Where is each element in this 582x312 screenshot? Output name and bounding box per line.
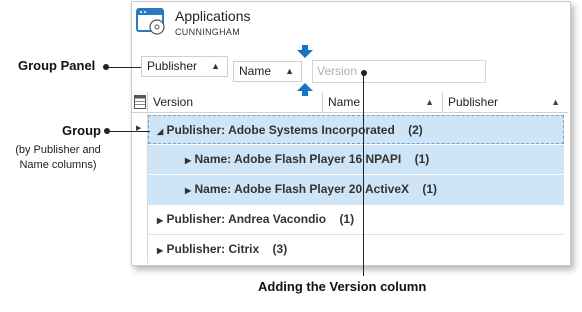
column-header-label: Publisher: [448, 95, 499, 109]
group-row-count: (1): [414, 152, 430, 166]
grid-header: Version Name ▲ Publisher ▲: [132, 92, 568, 113]
annotation-adding-version: Adding the Version column: [258, 279, 427, 294]
group-row-count: (1): [339, 212, 355, 226]
collapse-icon[interactable]: ◢: [157, 127, 163, 136]
expand-icon[interactable]: ▶: [157, 216, 163, 225]
column-header-name[interactable]: Name ▲: [323, 92, 443, 112]
group-row-count: (3): [272, 242, 288, 256]
annotation-line: [363, 76, 364, 276]
window-title: Applications: [175, 8, 251, 24]
annotation-dot: [103, 64, 109, 70]
sort-ascending-icon[interactable]: ▲: [211, 57, 220, 76]
group-row-label: Publisher: Andrea Vacondio: [166, 212, 327, 226]
group-row-label: Publisher: Citrix: [166, 242, 260, 256]
column-header-label: Version: [153, 95, 194, 109]
annotation-group: Group: [62, 123, 101, 138]
group-row-label: Name: Adobe Flash Player 20 ActiveX: [194, 182, 410, 196]
row-indicator-gutter: [132, 113, 148, 263]
group-row-name-flash16[interactable]: ▶ Name: Adobe Flash Player 16 NPAPI (1): [148, 145, 564, 174]
drop-indicator-down-icon: [297, 45, 313, 58]
expand-icon[interactable]: ▶: [185, 186, 191, 195]
group-row-name-flash20[interactable]: ▶ Name: Adobe Flash Player 20 ActiveX (1…: [148, 175, 564, 204]
group-row-label: Name: Adobe Flash Player 16 NPAPI: [194, 152, 402, 166]
sort-ascending-icon[interactable]: ▲: [551, 92, 560, 113]
annotation-line: [105, 67, 141, 68]
group-chip-publisher[interactable]: Publisher ▲: [141, 56, 228, 77]
applications-icon: [136, 8, 165, 35]
sort-ascending-icon[interactable]: ▲: [425, 92, 434, 113]
window-subtitle: CUNNINGHAM: [175, 27, 240, 37]
annotation-group-note: (by Publisher and Name columns): [2, 143, 114, 173]
annotation-group-note-line: (by Publisher and: [15, 144, 101, 156]
column-chooser-icon[interactable]: [132, 92, 148, 112]
group-row-label: Publisher: Adobe Systems Incorporated: [166, 123, 395, 137]
annotation-dot: [361, 70, 367, 76]
column-header-publisher[interactable]: Publisher ▲: [443, 92, 568, 112]
group-row-publisher-andrea[interactable]: ▶ Publisher: Andrea Vacondio (1): [148, 204, 564, 233]
annotation-line: [107, 131, 150, 132]
expand-icon[interactable]: ▶: [185, 156, 191, 165]
group-chip-label: Publisher: [147, 59, 198, 73]
column-header-version[interactable]: Version: [148, 92, 323, 112]
group-row-count: (2): [408, 123, 423, 137]
group-row-publisher-adobe[interactable]: ◢ Publisher: Adobe Systems Incorporated …: [148, 115, 564, 144]
annotation-group-panel: Group Panel: [18, 58, 96, 73]
annotation-dot: [104, 128, 110, 134]
version-column-drop-field[interactable]: Version: [312, 60, 486, 83]
group-row-count: (1): [422, 182, 438, 196]
sort-ascending-icon[interactable]: ▲: [285, 62, 294, 81]
group-row-publisher-citrix[interactable]: ▶ Publisher: Citrix (3): [148, 234, 564, 263]
group-chip-label: Name: [239, 64, 272, 78]
column-header-label: Name: [328, 95, 361, 109]
group-chip-name[interactable]: Name ▲: [233, 61, 302, 82]
expand-icon[interactable]: ▶: [157, 246, 163, 255]
annotation-group-note-line: Name columns): [19, 159, 97, 171]
